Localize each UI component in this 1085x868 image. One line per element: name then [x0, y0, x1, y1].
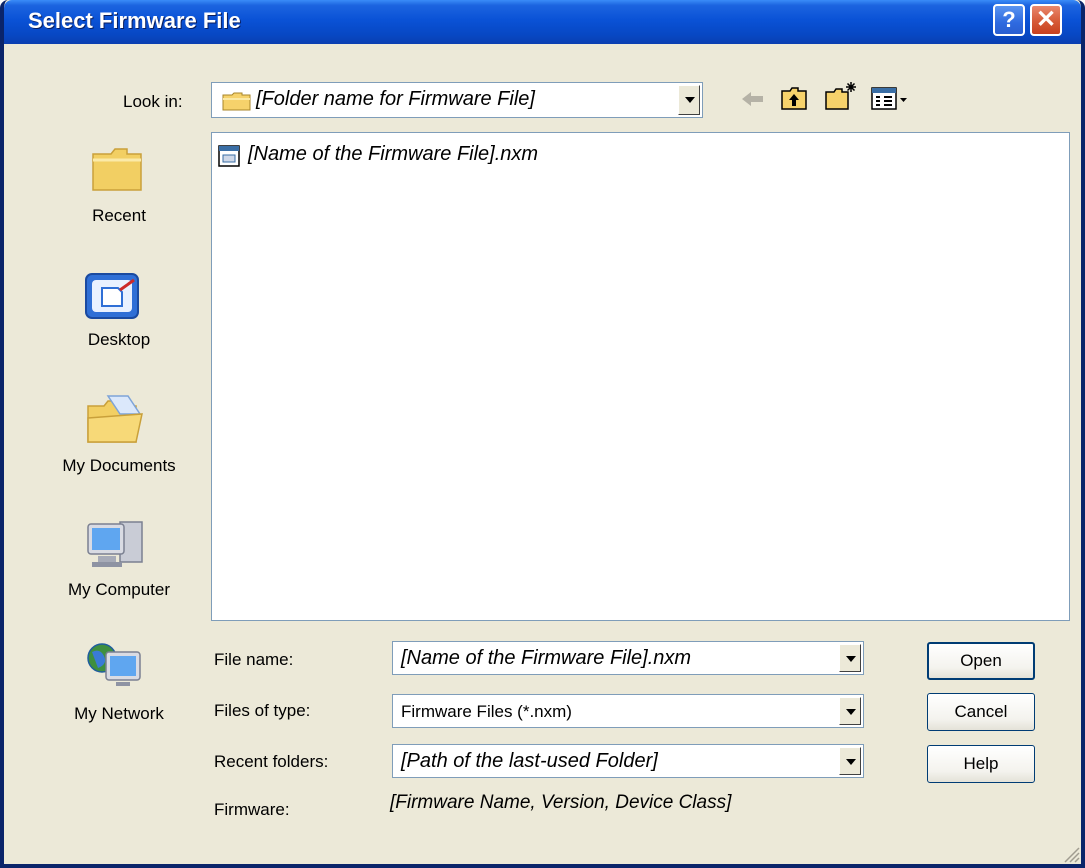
- my-computer-icon: [87, 521, 143, 567]
- file-type-dropdown-arrow[interactable]: [839, 697, 861, 725]
- file-type-label: Files of type:: [214, 701, 311, 720]
- place-my-documents[interactable]: My Documents: [44, 382, 194, 482]
- file-name-value: [Name of the Firmware File].nxm: [401, 647, 692, 669]
- places-bar: Recent Desktop My Documents My Computer …: [44, 130, 194, 750]
- file-item-name: [Name of the Firmware File].nxm: [248, 143, 539, 165]
- look-in-value: [Folder name for Firmware File]: [256, 88, 535, 110]
- place-my-computer-label: My Computer: [67, 580, 171, 599]
- look-in-dropdown[interactable]: [Folder name for Firmware File]: [211, 82, 703, 118]
- open-button[interactable]: Open: [927, 642, 1035, 680]
- place-recent-label: Recent: [92, 206, 146, 225]
- file-type-value: Firmware Files (*.nxm): [401, 702, 572, 721]
- back-icon[interactable]: [740, 88, 766, 110]
- look-in-label: Look in:: [123, 92, 183, 111]
- place-my-computer[interactable]: My Computer: [44, 506, 194, 606]
- file-list[interactable]: [Name of the Firmware File].nxm: [211, 132, 1070, 621]
- help-button[interactable]: Help: [927, 745, 1035, 783]
- new-folder-icon[interactable]: [824, 80, 858, 112]
- title-bar[interactable]: Select Firmware File ? ✕: [4, 0, 1081, 44]
- recent-folder-icon: [92, 148, 142, 191]
- place-desktop[interactable]: Desktop: [44, 258, 194, 358]
- place-my-documents-label: My Documents: [62, 456, 176, 475]
- select-firmware-dialog: Select Firmware File ? ✕ Look in: [Folde…: [0, 0, 1085, 868]
- file-type-dropdown[interactable]: Firmware Files (*.nxm): [392, 694, 864, 728]
- recent-folders-dropdown-arrow[interactable]: [839, 747, 861, 775]
- view-menu-icon[interactable]: [870, 86, 910, 112]
- desktop-icon: [85, 273, 139, 319]
- recent-folders-dropdown[interactable]: [Path of the last-used Folder]: [392, 744, 864, 778]
- place-my-network-label: My Network: [74, 704, 164, 723]
- look-in-dropdown-arrow[interactable]: [678, 85, 700, 115]
- place-my-network[interactable]: My Network: [44, 630, 194, 730]
- close-button[interactable]: ✕: [1030, 4, 1062, 36]
- firmware-file-icon: [218, 145, 240, 167]
- my-network-icon: [87, 643, 141, 686]
- resize-grip-icon[interactable]: [1059, 842, 1081, 864]
- dialog-title: Select Firmware File: [28, 8, 241, 33]
- file-name-field[interactable]: [Name of the Firmware File].nxm: [392, 641, 864, 675]
- recent-folders-value: [Path of the last-used Folder]: [401, 750, 658, 772]
- place-desktop-label: Desktop: [87, 330, 151, 349]
- cancel-button[interactable]: Cancel: [927, 693, 1035, 731]
- file-name-label: File name:: [214, 650, 294, 669]
- recent-folders-label: Recent folders:: [214, 752, 329, 771]
- firmware-info-value: [Firmware Name, Version, Device Class]: [390, 792, 732, 813]
- up-folder-icon[interactable]: [780, 84, 808, 112]
- my-documents-icon: [87, 395, 143, 443]
- place-recent[interactable]: Recent: [44, 130, 194, 230]
- file-name-dropdown-arrow[interactable]: [839, 644, 861, 672]
- folder-icon: [222, 92, 251, 111]
- firmware-label: Firmware:: [214, 800, 290, 819]
- help-title-button[interactable]: ?: [993, 4, 1025, 36]
